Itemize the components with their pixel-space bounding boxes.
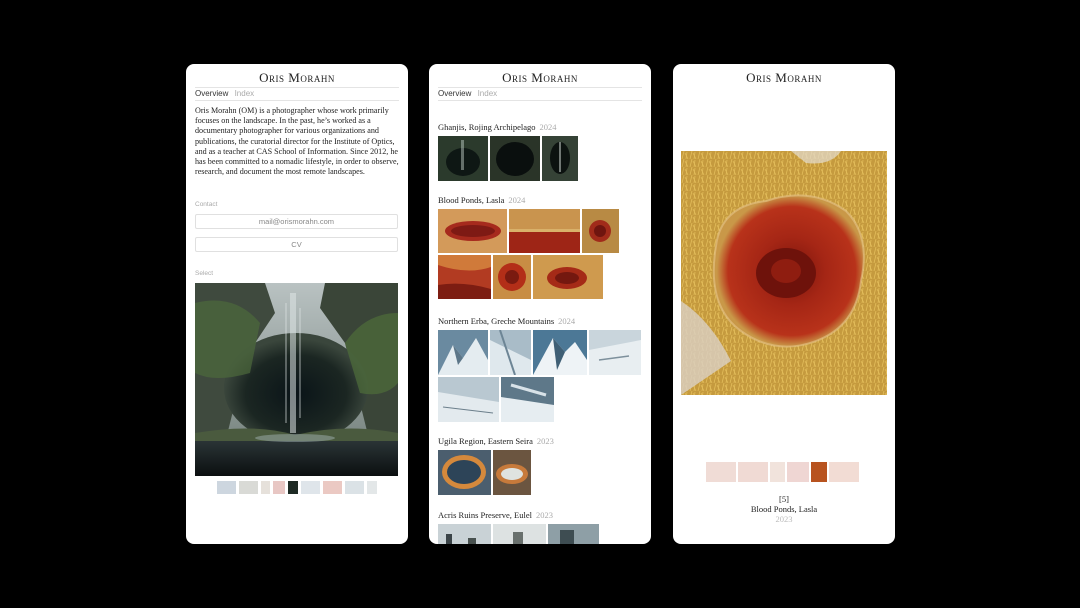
thumbnail-active[interactable] (811, 462, 827, 482)
overview-screen: Oris Morahn Overview Index Oris Morahn (… (186, 64, 408, 544)
thumbnail[interactable] (829, 462, 859, 482)
site-title[interactable]: Oris Morahn (429, 70, 651, 86)
series-photo[interactable] (438, 524, 491, 544)
thumbnail[interactable] (261, 481, 270, 494)
select-label: Select (195, 270, 214, 277)
series-photo[interactable] (438, 255, 491, 299)
cave-waterfall-image (195, 283, 398, 476)
blood-pond-image (681, 151, 887, 395)
cv-button[interactable]: CV (195, 237, 398, 252)
series-photo[interactable] (438, 450, 491, 495)
contact-label: Contact (195, 201, 218, 208)
series-photo[interactable] (493, 255, 531, 299)
thumbnail[interactable] (738, 462, 768, 482)
thumbnail[interactable] (367, 481, 377, 494)
tab-overview[interactable]: Overview (438, 88, 471, 100)
series-title: Ghanjis, Rojing Archipelago (438, 122, 536, 132)
tab-index[interactable]: Index (235, 88, 255, 100)
thumbnail-strip (217, 481, 377, 494)
nav-bar: Overview Index (195, 87, 399, 101)
thumbnail[interactable] (787, 462, 809, 482)
thumbnail[interactable] (770, 462, 785, 482)
series-year: 2024 (558, 316, 576, 326)
series-item[interactable]: Northern Erba, Greche Mountains 2024 (438, 316, 641, 422)
bio-text: Oris Morahn (OM) is a photographer whose… (195, 106, 399, 177)
series-title: Blood Ponds, Lasla (438, 195, 505, 205)
thumbnail[interactable] (239, 481, 258, 494)
series-photo[interactable] (533, 255, 603, 299)
email-button[interactable]: mail@orismorahn.com (195, 214, 398, 229)
thumbnail[interactable] (706, 462, 736, 482)
series-photo[interactable] (438, 136, 488, 181)
series-item[interactable]: Ugila Region, Eastern Seira 2023 (438, 436, 554, 495)
site-title[interactable]: Oris Morahn (186, 70, 408, 86)
series-photo[interactable] (589, 330, 641, 375)
thumbnail[interactable] (273, 481, 285, 494)
series-year: 2023 (536, 436, 554, 446)
series-year: 2024 (508, 195, 526, 205)
thumbnail[interactable] (217, 481, 236, 494)
photo-title: Blood Ponds, Lasla (750, 504, 818, 514)
series-photo[interactable] (548, 524, 599, 544)
series-photo[interactable] (509, 209, 580, 253)
series-item[interactable]: Acris Ruins Preserve, Eulel 2023 (438, 510, 599, 544)
series-item[interactable]: Ghanjis, Rojing Archipelago 2024 (438, 122, 578, 181)
series-photo[interactable] (582, 209, 619, 253)
tab-index[interactable]: Index (478, 88, 498, 100)
featured-photo[interactable] (195, 283, 398, 476)
detail-screen: Oris Morahn [5] Blood Ponds, Lasla 2023 (673, 64, 895, 544)
series-item[interactable]: Blood Ponds, Lasla 2024 (438, 195, 619, 299)
thumbnail[interactable] (345, 481, 364, 494)
thumbnail[interactable] (301, 481, 320, 494)
nav-bar: Overview Index (438, 87, 642, 101)
series-photo[interactable] (438, 377, 499, 422)
thumbnail-active[interactable] (288, 481, 298, 494)
index-screen: Oris Morahn Overview Index Ghanjis, Roji… (429, 64, 651, 544)
thumbnail-strip (706, 462, 859, 482)
series-photo[interactable] (438, 330, 488, 375)
series-title: Acris Ruins Preserve, Eulel (438, 510, 532, 520)
photo-year: 2023 (775, 514, 793, 524)
thumbnail[interactable] (323, 481, 342, 494)
series-photo[interactable] (493, 450, 531, 495)
series-photo[interactable] (438, 209, 507, 253)
photo-index: [5] (779, 494, 789, 504)
series-year: 2024 (539, 122, 557, 132)
series-photo[interactable] (493, 524, 546, 544)
series-photo[interactable] (542, 136, 578, 181)
series-photo[interactable] (533, 330, 587, 375)
site-title[interactable]: Oris Morahn (673, 70, 895, 86)
series-title: Northern Erba, Greche Mountains (438, 316, 555, 326)
series-photo[interactable] (501, 377, 554, 422)
detail-photo[interactable] (681, 151, 887, 395)
series-year: 2023 (535, 510, 553, 520)
tab-overview[interactable]: Overview (195, 88, 228, 100)
series-photo[interactable] (490, 136, 540, 181)
series-title: Ugila Region, Eastern Seira (438, 436, 533, 446)
series-photo[interactable] (490, 330, 531, 375)
